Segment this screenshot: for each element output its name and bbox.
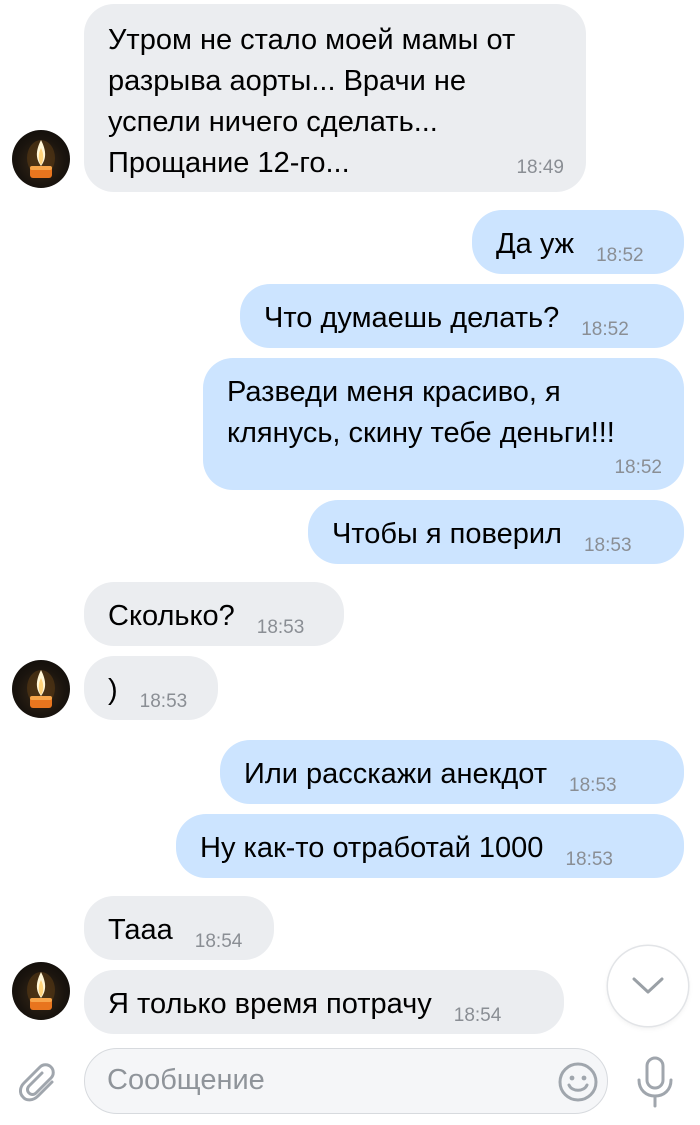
paperclip-icon: [19, 1063, 55, 1102]
outgoing-message[interactable]: Да уж 18:52: [472, 210, 684, 274]
outgoing-message[interactable]: Чтобы я поверил 18:53: [308, 500, 684, 564]
outgoing-message[interactable]: Или расскажи анекдот 18:53: [220, 740, 684, 804]
message-time: 18:52: [596, 245, 644, 266]
incoming-message[interactable]: Сколько? 18:53: [84, 582, 344, 646]
message-composer: Сообщение: [0, 1040, 700, 1125]
microphone-icon: [637, 1056, 673, 1108]
message-text: Утром не стало моей мамы от разрыва аорт…: [108, 24, 516, 179]
voice-message-button[interactable]: [632, 1054, 678, 1114]
contact-avatar[interactable]: [12, 660, 70, 718]
incoming-message[interactable]: Тааа 18:54: [84, 896, 274, 960]
message-text: Разведи меня красиво, я клянусь, скину т…: [227, 376, 615, 449]
message-text: Что думаешь делать?: [264, 302, 560, 334]
contact-avatar[interactable]: [12, 130, 70, 188]
message-input-placeholder: Сообщение: [107, 1064, 265, 1096]
message-text: Да уж: [496, 228, 575, 260]
message-time: 18:53: [139, 691, 188, 712]
message-text: Или расскажи анекдот: [244, 758, 548, 790]
incoming-message[interactable]: Я только время потрачу 18:54: [84, 970, 564, 1034]
message-list[interactable]: Утром не стало моей мамы от разрыва аорт…: [0, 0, 700, 1040]
message-time: 18:54: [194, 931, 243, 952]
message-text: Тааа: [108, 914, 173, 946]
message-time: 18:52: [581, 319, 629, 340]
message-time: 18:54: [453, 1005, 502, 1026]
message-time: 18:52: [614, 457, 662, 478]
message-time: 18:53: [256, 617, 305, 638]
message-time: 18:49: [516, 157, 564, 178]
outgoing-message[interactable]: Разведи меня красиво, я клянусь, скину т…: [203, 358, 684, 490]
message-time: 18:53: [565, 849, 613, 870]
outgoing-message[interactable]: Что думаешь делать? 18:52: [240, 284, 684, 348]
emoji-button[interactable]: [557, 1061, 599, 1103]
chevron-down-icon: [632, 977, 664, 994]
candle-icon: [27, 140, 55, 178]
message-input[interactable]: Сообщение: [84, 1048, 608, 1114]
message-text: Чтобы я поверил: [332, 518, 562, 550]
candle-icon: [27, 972, 55, 1010]
message-text: Ну как-то отработай 1000: [200, 832, 544, 864]
outgoing-message[interactable]: Ну как-то отработай 1000 18:53: [176, 814, 684, 878]
message-text: Сколько?: [108, 600, 235, 632]
incoming-message[interactable]: Утром не стало моей мамы от разрыва аорт…: [84, 4, 586, 192]
message-time: 18:53: [569, 775, 617, 796]
attach-button[interactable]: [18, 1062, 64, 1108]
candle-icon: [27, 670, 55, 708]
message-time: 18:53: [583, 535, 632, 556]
scroll-to-bottom-button[interactable]: [608, 946, 688, 1026]
incoming-message[interactable]: ) 18:53: [84, 656, 218, 720]
message-text: Я только время потрачу: [108, 988, 432, 1020]
message-text: ): [108, 674, 118, 706]
smiley-icon: [558, 1062, 598, 1102]
contact-avatar[interactable]: [12, 962, 70, 1020]
